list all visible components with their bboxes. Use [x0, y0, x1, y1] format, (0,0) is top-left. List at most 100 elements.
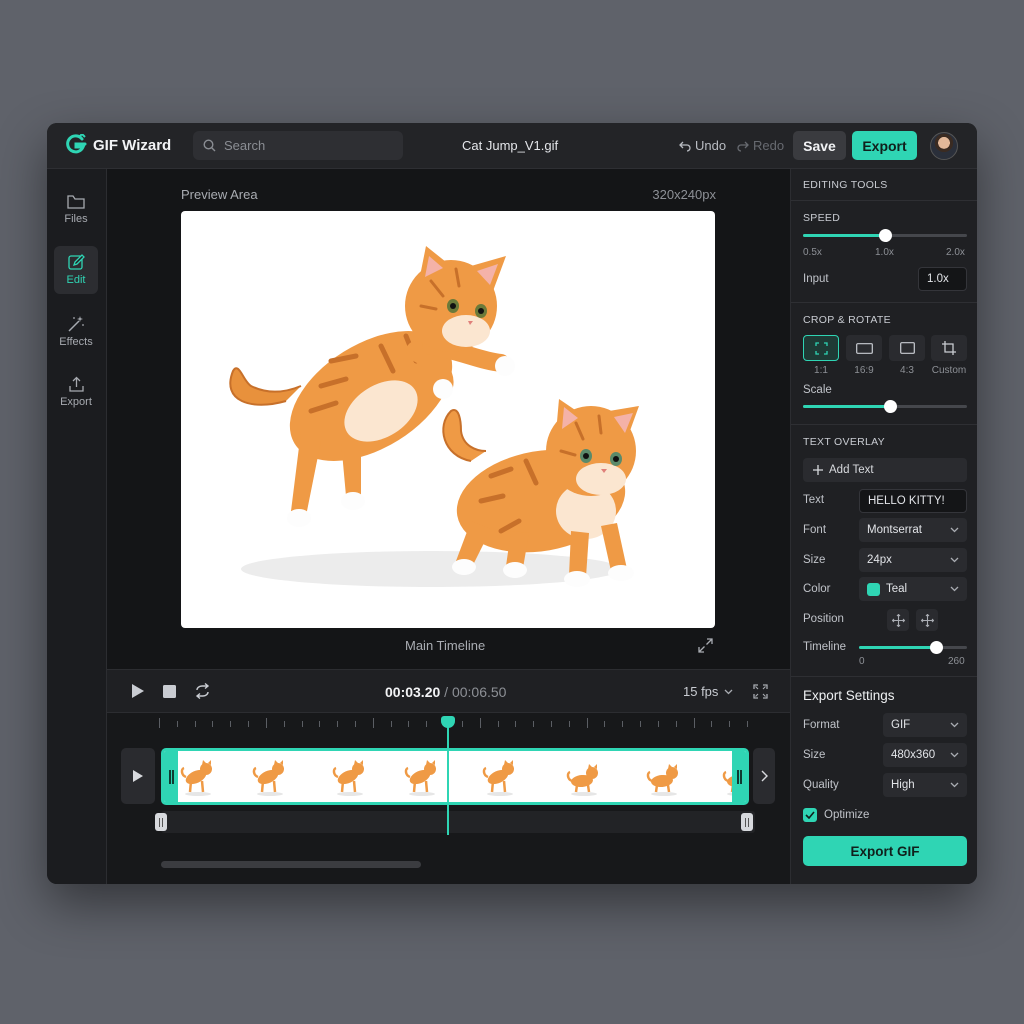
ruler-tick: [355, 721, 356, 727]
chevron-down-icon: [950, 752, 959, 758]
speed-slider-fill: [803, 234, 885, 237]
main-timeline-label: Main Timeline: [405, 638, 486, 653]
frame-thumbnail[interactable]: [644, 757, 684, 797]
ruler-tick: [426, 721, 428, 727]
play-icon: [133, 770, 143, 782]
loop-icon[interactable]: [194, 683, 211, 699]
add-text-label: Add Text: [829, 464, 874, 476]
crop-rotate-title: CROP & ROTATE: [803, 314, 891, 326]
export-size-select[interactable]: 480x360: [883, 743, 967, 767]
nav-item-effects[interactable]: Effects: [54, 307, 98, 355]
crop-icon: [942, 341, 956, 355]
crop-square-icon: [814, 341, 828, 355]
strip-play-button[interactable]: [121, 748, 155, 804]
ratio-1-1-button[interactable]: [803, 335, 839, 361]
text-label: Text: [803, 494, 825, 506]
search-box[interactable]: [193, 131, 403, 160]
move-icon: [920, 613, 934, 627]
ruler-tick: [729, 721, 731, 727]
audio-track[interactable]: [161, 811, 755, 833]
play-icon[interactable]: [131, 683, 145, 699]
frame-thumbnail[interactable]: [402, 757, 442, 797]
font-size-select[interactable]: 24px: [859, 548, 967, 572]
scale-slider[interactable]: [803, 400, 967, 413]
app-window: GIF Wizard Cat Jump_V1.gif Undo Redo Sav…: [47, 123, 977, 884]
position-move-button[interactable]: [916, 609, 938, 631]
frame-thumbnail[interactable]: [564, 757, 604, 797]
nav-item-edit[interactable]: Edit: [54, 246, 98, 294]
position-move-button[interactable]: [887, 609, 909, 631]
quality-select[interactable]: High: [883, 773, 967, 797]
frame-thumbnail[interactable]: [480, 757, 520, 797]
scale-slider-thumb[interactable]: [883, 400, 897, 413]
speed-title: SPEED: [803, 212, 841, 224]
user-avatar[interactable]: [930, 132, 958, 160]
color-select[interactable]: Teal: [859, 577, 967, 601]
stop-icon[interactable]: [163, 685, 176, 698]
color-label: Color: [803, 583, 831, 595]
app-logo[interactable]: GIF Wizard: [65, 134, 171, 156]
editing-tools-title: EDITING TOOLS: [803, 179, 888, 191]
search-icon: [203, 139, 216, 152]
playhead[interactable]: [447, 723, 450, 835]
frame-thumbnail[interactable]: [250, 757, 290, 797]
add-text-button[interactable]: Add Text: [803, 458, 967, 482]
fullscreen-icon[interactable]: [753, 684, 768, 699]
ruler-tick: [586, 718, 588, 728]
ratio-4-3-button[interactable]: [889, 335, 925, 361]
expand-icon[interactable]: [698, 638, 713, 653]
fps-select[interactable]: 15 fps: [683, 684, 733, 699]
timeline-scrollbar[interactable]: [161, 861, 421, 868]
chevron-down-icon: [950, 527, 959, 533]
rect-icon: [899, 342, 915, 354]
trim-handle-right[interactable]: [732, 751, 746, 802]
ruler-tick: [693, 718, 695, 728]
speed-slider[interactable]: [803, 229, 967, 242]
ratio-custom-button[interactable]: [931, 335, 967, 361]
format-select[interactable]: GIF: [883, 713, 967, 737]
chevron-down-icon: [950, 722, 959, 728]
undo-button[interactable]: Undo: [679, 138, 726, 153]
current-time: 00:03.20: [385, 684, 441, 700]
export-button[interactable]: Export: [852, 131, 917, 160]
ruler-tick: [337, 721, 339, 727]
timeline-area: [107, 713, 790, 884]
quality-value: High: [891, 779, 915, 791]
trim-handle-left[interactable]: [164, 751, 178, 802]
ruler-tick: [248, 721, 250, 727]
frame-thumbnail[interactable]: [330, 757, 370, 797]
font-select[interactable]: Montserrat: [859, 518, 967, 542]
logo-icon: [66, 134, 87, 154]
divider: [791, 676, 977, 677]
nav-item-export[interactable]: Export: [54, 368, 98, 416]
ruler-tick: [176, 721, 178, 727]
speed-slider-thumb[interactable]: [879, 229, 892, 242]
text-timeline-thumb[interactable]: [929, 641, 943, 654]
search-input[interactable]: [224, 138, 384, 153]
cat-preview-image: [229, 246, 639, 587]
preview-label: Preview Area: [181, 187, 258, 202]
overlay-text-input[interactable]: HELLO KITTY!: [859, 489, 967, 513]
ruler-tick: [159, 718, 160, 728]
divider: [791, 424, 977, 425]
frame-strip[interactable]: [161, 748, 749, 805]
text-timeline-slider[interactable]: [859, 641, 967, 654]
position-label: Position: [803, 613, 844, 625]
redo-button[interactable]: Redo: [737, 138, 784, 153]
range-knob-end[interactable]: [741, 813, 753, 831]
export-gif-button[interactable]: Export GIF: [803, 836, 967, 866]
scale-label: Scale: [803, 384, 832, 396]
ruler-tick: [747, 721, 748, 727]
speed-input[interactable]: 1.0x: [918, 267, 967, 291]
frame-thumbnail[interactable]: [178, 757, 218, 797]
optimize-checkbox[interactable]: [803, 808, 817, 822]
save-button[interactable]: Save: [793, 131, 846, 160]
strip-next-button[interactable]: [753, 748, 775, 804]
ruler-tick: [283, 721, 285, 727]
ruler-tick: [479, 718, 481, 728]
nav-item-files[interactable]: Files: [54, 185, 98, 233]
range-knob-start[interactable]: [155, 813, 167, 831]
preview-canvas[interactable]: [181, 211, 715, 628]
ratio-16-9-button[interactable]: [846, 335, 882, 361]
ruler-tick: [551, 721, 552, 727]
